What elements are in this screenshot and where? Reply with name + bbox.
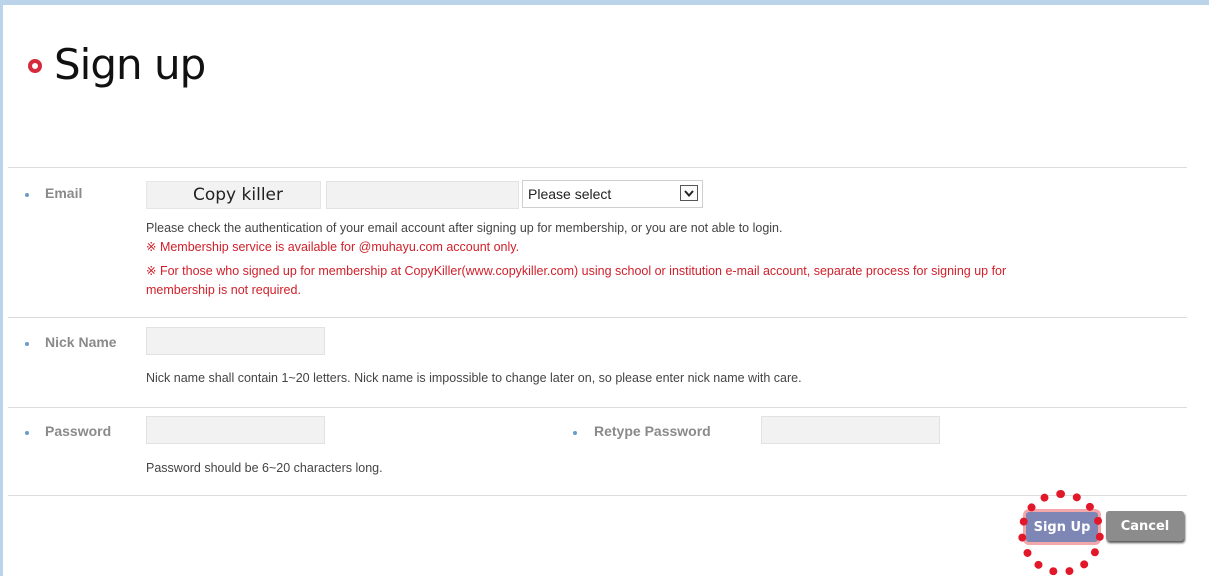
email-domain-select[interactable]: Please select [522, 180, 703, 208]
page-title: Sign up [54, 39, 206, 89]
signup-highlight-ring [1018, 490, 1104, 576]
nickname-note: Nick name shall contain 1~20 letters. Ni… [146, 371, 802, 385]
page-left-border [0, 0, 3, 576]
bullet-icon [573, 431, 577, 435]
email-domain-select-value: Please select [528, 186, 612, 202]
password-label: Password [45, 423, 112, 439]
divider [8, 317, 1187, 318]
bullet-icon [25, 342, 29, 346]
chevron-down-icon[interactable] [680, 185, 698, 201]
email-warning-line-2: membership is not required. [146, 283, 301, 297]
email-warning-line-1: ※ For those who signed up for membership… [146, 264, 1007, 278]
title-circle-icon [28, 59, 42, 73]
password-input[interactable] [146, 416, 325, 444]
email-label: Email [45, 185, 83, 201]
email-local-value: Copy killer [193, 185, 283, 205]
email-warning-copykiller: ※ For those who signed up for membership… [146, 262, 1176, 300]
email-warning-domain: ※ Membership service is available for @m… [146, 240, 520, 254]
divider [8, 495, 1187, 496]
nickname-label: Nick Name [45, 334, 117, 350]
page-top-border [0, 0, 1209, 5]
retype-password-input[interactable] [761, 416, 940, 444]
bullet-icon [25, 431, 29, 435]
cancel-button[interactable]: Cancel [1106, 511, 1184, 541]
password-note: Password should be 6~20 characters long. [146, 461, 383, 475]
email-domain-input[interactable] [326, 181, 519, 209]
nickname-input[interactable] [146, 327, 325, 355]
retype-password-label: Retype Password [594, 423, 711, 439]
email-local-input[interactable]: Copy killer [146, 181, 321, 209]
email-note: Please check the authentication of your … [146, 221, 783, 235]
divider [8, 167, 1187, 168]
divider [8, 407, 1187, 408]
page-header: Sign up [28, 34, 206, 94]
bullet-icon [25, 193, 29, 197]
